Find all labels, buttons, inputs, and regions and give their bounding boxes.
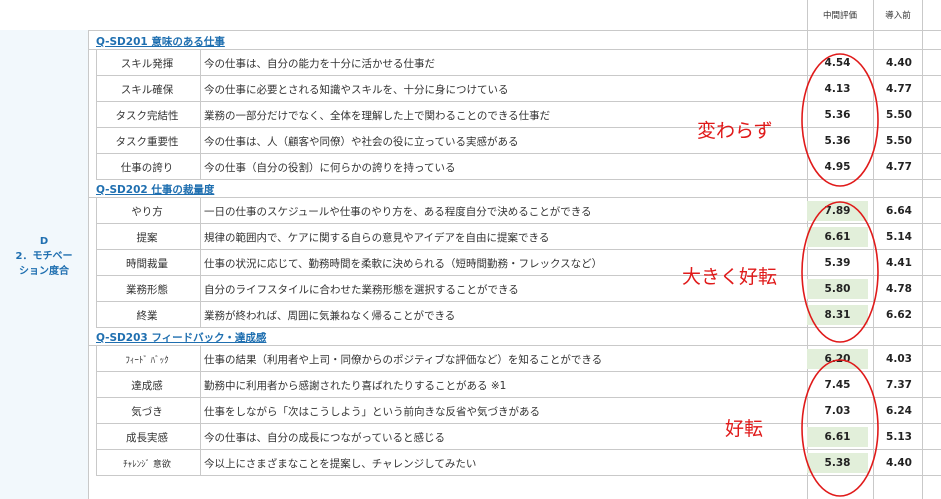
circle-group-1 xyxy=(801,53,879,187)
annotation-greatly-improved: 大きく好転 xyxy=(682,266,778,288)
annotation-circles xyxy=(801,53,879,497)
annotation-unchanged: 変わらず xyxy=(697,120,773,142)
annotation-improved: 好転 xyxy=(725,418,764,440)
circle-group-3 xyxy=(801,359,879,497)
circle-group-2 xyxy=(801,201,879,343)
